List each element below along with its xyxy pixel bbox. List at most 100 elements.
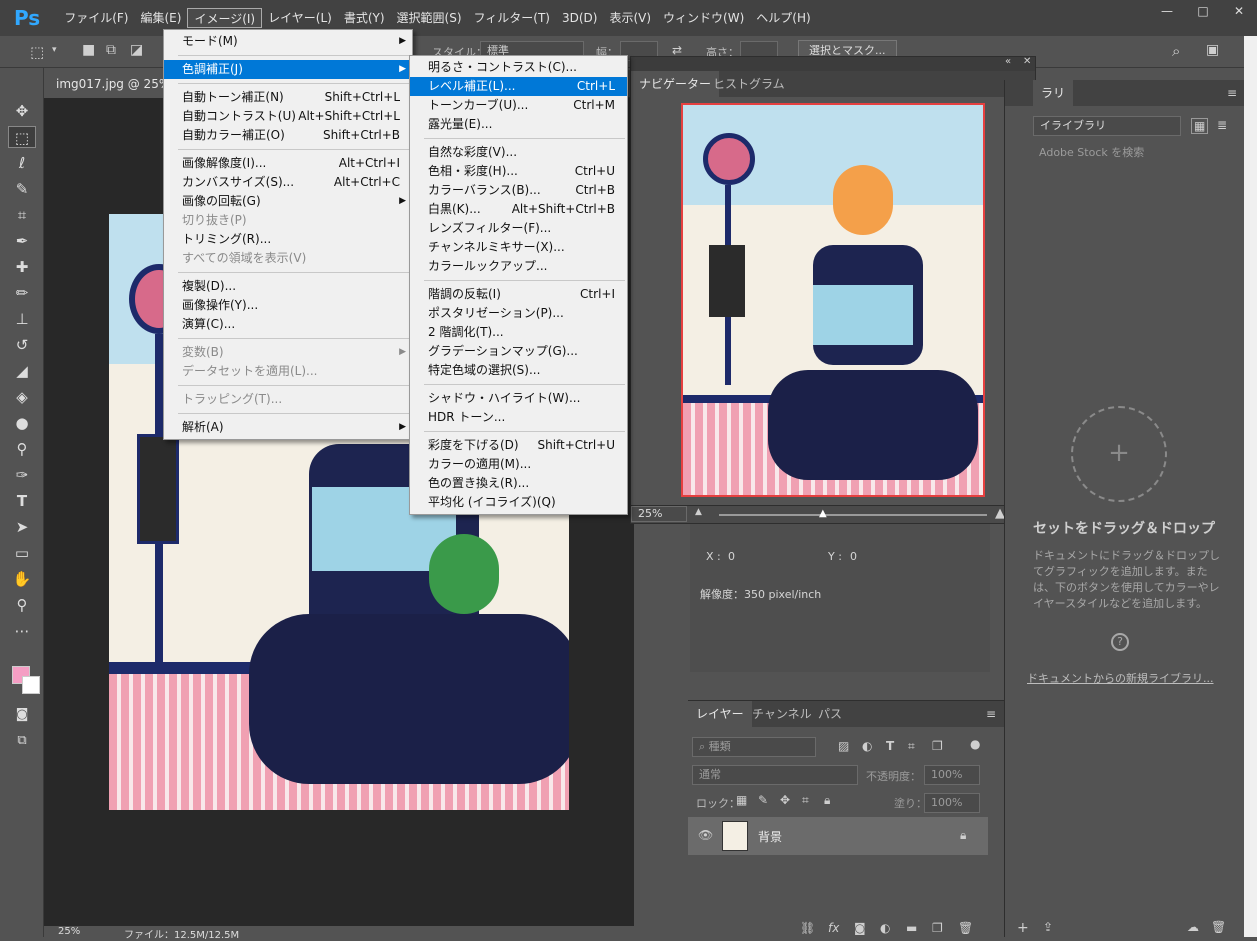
- filter-toggle-icon[interactable]: ●: [970, 737, 980, 751]
- lock-all-icon[interactable]: 🔒︎: [824, 793, 830, 808]
- fx-icon[interactable]: fx: [828, 921, 839, 935]
- collapse-icon[interactable]: «: [1005, 56, 1011, 67]
- image-menu-item-16[interactable]: 画像操作(Y)...: [164, 296, 412, 315]
- menu-type[interactable]: 書式(Y): [338, 8, 391, 28]
- workspace-icon[interactable]: ▣: [1206, 42, 1219, 58]
- panel-menu-icon[interactable]: ≡: [986, 707, 996, 721]
- minimize-button[interactable]: —: [1149, 0, 1185, 22]
- list-view-icon[interactable]: ≣: [1217, 118, 1227, 132]
- close-button[interactable]: ✕: [1221, 0, 1257, 22]
- zoom-tool-icon[interactable]: ⚲: [8, 594, 36, 616]
- adjust-menu-item-7[interactable]: カラーバランス(B)... Ctrl+B: [410, 181, 627, 200]
- menu-select[interactable]: 選択範囲(S): [391, 8, 468, 28]
- menu-file[interactable]: ファイル(F): [58, 8, 134, 28]
- image-menu-item-10[interactable]: 画像の回転(G) ▶: [164, 192, 412, 211]
- upload-icon[interactable]: ⇪: [1043, 920, 1053, 934]
- menu-3d[interactable]: 3D(D): [556, 8, 603, 28]
- layer-name[interactable]: 背景: [758, 828, 782, 845]
- adjust-menu-item-22[interactable]: 彩度を下げる(D) Shift+Ctrl+U: [410, 436, 627, 455]
- layer-filter-select[interactable]: ⌕ 種類: [692, 737, 816, 757]
- lock-pixels-icon[interactable]: ✎: [758, 793, 768, 807]
- blur-tool-icon[interactable]: ●: [8, 412, 36, 434]
- adjust-menu-item-24[interactable]: 色の置き換え(R)...: [410, 474, 627, 493]
- maximize-button[interactable]: □: [1185, 0, 1221, 22]
- add-selection-icon[interactable]: ⧉: [106, 42, 116, 58]
- paint-bucket-icon[interactable]: ◈: [8, 386, 36, 408]
- dodge-tool-icon[interactable]: ⚲: [8, 438, 36, 460]
- stamp-tool-icon[interactable]: ⊥: [8, 308, 36, 330]
- image-menu-item-0[interactable]: モード(M) ▶: [164, 32, 412, 51]
- image-menu-item-4[interactable]: 自動トーン補正(N) Shift+Ctrl+L: [164, 88, 412, 107]
- adjust-menu-item-15[interactable]: 2 階調化(T)...: [410, 323, 627, 342]
- menu-layer[interactable]: レイヤー(L): [262, 8, 338, 28]
- adjust-menu-item-11[interactable]: カラールックアップ...: [410, 257, 627, 276]
- grid-view-icon[interactable]: ▦: [1191, 118, 1209, 134]
- adjust-menu-item-10[interactable]: チャンネルミキサー(X)...: [410, 238, 627, 257]
- adjust-menu-item-23[interactable]: カラーの適用(M)...: [410, 455, 627, 474]
- path-select-icon[interactable]: ➤: [8, 516, 36, 538]
- panel-menu-icon[interactable]: ≡: [1227, 86, 1237, 100]
- adjust-menu-item-6[interactable]: 色相・彩度(H)... Ctrl+U: [410, 162, 627, 181]
- adjust-menu-item-17[interactable]: 特定色域の選択(S)...: [410, 361, 627, 380]
- filter-adjustment-icon[interactable]: ◐: [862, 739, 872, 753]
- image-menu-item-5[interactable]: 自動コントラスト(U) Alt+Shift+Ctrl+L: [164, 107, 412, 126]
- type-tool-icon[interactable]: T: [8, 490, 36, 512]
- layer-row[interactable]: 👁︎ 背景 🔒︎: [688, 817, 988, 855]
- drop-zone-plus-icon[interactable]: +: [1071, 406, 1167, 502]
- image-menu-item-8[interactable]: 画像解像度(I)... Alt+Ctrl+I: [164, 154, 412, 173]
- eye-icon[interactable]: 👁︎: [698, 828, 713, 842]
- tab-channels[interactable]: チャンネル: [744, 701, 820, 727]
- marquee-tool-preset-icon[interactable]: ⬚: [30, 43, 44, 61]
- image-menu-item-9[interactable]: カンバスサイズ(S)... Alt+Ctrl+C: [164, 173, 412, 192]
- eraser-tool-icon[interactable]: ◢: [8, 360, 36, 382]
- swap-icon[interactable]: ⇄: [672, 43, 682, 57]
- creative-cloud-icon[interactable]: ☁: [1187, 920, 1199, 934]
- image-menu-item-6[interactable]: 自動カラー補正(O) Shift+Ctrl+B: [164, 126, 412, 145]
- new-selection-icon[interactable]: ■: [82, 42, 95, 58]
- zoom-slider-thumb[interactable]: ▲: [819, 508, 827, 519]
- adjust-menu-item-9[interactable]: レンズフィルター(F)...: [410, 219, 627, 238]
- group-folder-icon[interactable]: ▬: [906, 921, 917, 935]
- rectangle-tool-icon[interactable]: ▭: [8, 542, 36, 564]
- add-element-icon[interactable]: +: [1017, 920, 1029, 936]
- image-menu-item-12[interactable]: トリミング(R)...: [164, 230, 412, 249]
- document-tab[interactable]: img017.jpg @ 25%: [44, 70, 183, 98]
- fill-input[interactable]: 100%: [924, 793, 980, 813]
- eyedropper-tool-icon[interactable]: ✒: [8, 230, 36, 252]
- lock-position-icon[interactable]: ✥: [780, 793, 790, 807]
- search-icon[interactable]: ⌕: [1172, 42, 1180, 60]
- image-menu-item-15[interactable]: 複製(D)...: [164, 277, 412, 296]
- adjust-menu-item-20[interactable]: HDR トーン...: [410, 408, 627, 427]
- tab-paths[interactable]: パス: [810, 701, 850, 727]
- adjust-menu-item-19[interactable]: シャドウ・ハイライト(W)...: [410, 389, 627, 408]
- marquee-tool-icon[interactable]: ⬚: [8, 126, 36, 148]
- adjust-menu-item-25[interactable]: 平均化 (イコライズ)(Q): [410, 493, 627, 512]
- new-layer-icon[interactable]: ❐: [932, 921, 943, 935]
- adjust-menu-item-8[interactable]: 白黒(K)... Alt+Shift+Ctrl+B: [410, 200, 627, 219]
- menu-window[interactable]: ウィンドウ(W): [657, 8, 750, 28]
- adjust-menu-item-1[interactable]: レベル補正(L)... Ctrl+L: [410, 77, 627, 96]
- screen-mode-icon[interactable]: ⧉: [8, 730, 36, 752]
- menu-image[interactable]: イメージ(I): [187, 8, 263, 28]
- zoom-slider-track[interactable]: [719, 514, 987, 516]
- navigator-zoom-input[interactable]: 25%: [631, 506, 687, 522]
- crop-tool-icon[interactable]: ⌗: [8, 204, 36, 226]
- blend-mode-select[interactable]: 通常: [692, 765, 858, 785]
- link-layers-icon[interactable]: ⛓: [800, 921, 815, 935]
- lock-transparent-icon[interactable]: ▦: [736, 793, 747, 807]
- navigator-thumbnail[interactable]: [681, 103, 985, 497]
- history-brush-icon[interactable]: ↺: [8, 334, 36, 356]
- trash-icon[interactable]: 🗑︎: [958, 921, 973, 935]
- zoom-out-icon[interactable]: ▲: [695, 507, 702, 517]
- image-menu-item-24[interactable]: 解析(A) ▶: [164, 418, 412, 437]
- image-menu-item-2[interactable]: 色調補正(J) ▶: [164, 60, 412, 79]
- quick-select-tool-icon[interactable]: ✎: [8, 178, 36, 200]
- filter-type-icon[interactable]: T: [886, 739, 894, 753]
- more-tools-icon[interactable]: ⋯: [8, 620, 36, 642]
- adjust-menu-item-13[interactable]: 階調の反転(I) Ctrl+I: [410, 285, 627, 304]
- new-library-link[interactable]: ドキュメントからの新規ライブラリ...: [1027, 670, 1214, 686]
- pen-tool-icon[interactable]: ✑: [8, 464, 36, 486]
- adjust-menu-item-2[interactable]: トーンカーブ(U)... Ctrl+M: [410, 96, 627, 115]
- menu-view[interactable]: 表示(V): [603, 8, 657, 28]
- adjust-menu-item-3[interactable]: 露光量(E)...: [410, 115, 627, 134]
